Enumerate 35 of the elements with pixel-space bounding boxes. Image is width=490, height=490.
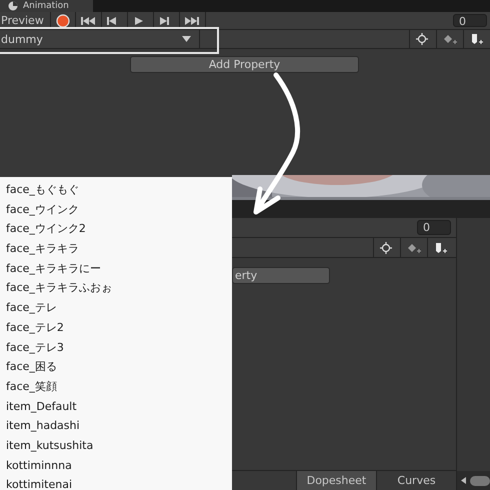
menu-item[interactable]: item_hadashi [0,416,232,436]
clip-dropdown[interactable]: dummy [0,30,200,48]
menu-item[interactable]: face_ウインク [0,200,232,220]
animation-icon[interactable] [8,1,18,11]
menu-item[interactable]: item_Default [0,396,232,416]
add-property-button[interactable]: Add Property [130,56,359,73]
window-tab[interactable]: Animation [0,0,93,12]
skip-to-start-icon[interactable] [80,16,96,26]
add-property-button[interactable]: erty [232,267,330,284]
menu-item[interactable]: face_テレ3 [0,338,232,358]
crosshair-icon[interactable] [380,242,394,254]
skip-to-end-icon[interactable] [184,16,200,26]
record-icon[interactable] [56,14,70,28]
menu-item[interactable]: face_笑顔 [0,376,232,397]
menu-item[interactable]: face_テレ [0,298,232,318]
menu-item[interactable]: kottimitenai [0,475,232,490]
view-tab[interactable]: Dopesheet [296,471,376,490]
menu-item[interactable]: face_キラキラふおぉ [0,278,232,298]
marker-plus-icon[interactable] [470,33,484,45]
dropdown-arrow-icon[interactable] [182,36,191,42]
menu-item[interactable]: face_キラキラにー [0,258,232,278]
diamond-plus-icon[interactable] [407,242,421,254]
scrollbar-thumb[interactable] [470,476,490,486]
marker-plus-icon[interactable] [434,242,448,254]
menu-item[interactable]: face_テレ2 [0,318,232,338]
frame-field[interactable]: 0 [417,220,451,235]
menu-item[interactable]: face_ウインク2 [0,219,232,240]
menu-item[interactable]: kottiminnna [0,456,232,476]
frame-field[interactable]: 0 [453,14,487,27]
menu-item[interactable]: item_kutsushita [0,436,232,456]
diamond-plus-icon[interactable] [443,33,457,45]
menu-item[interactable]: face_困る [0,357,232,377]
crosshair-icon[interactable] [416,33,430,45]
scroll-left-icon[interactable] [461,477,466,484]
menu-item[interactable]: face_もぐもぐ [0,180,232,200]
